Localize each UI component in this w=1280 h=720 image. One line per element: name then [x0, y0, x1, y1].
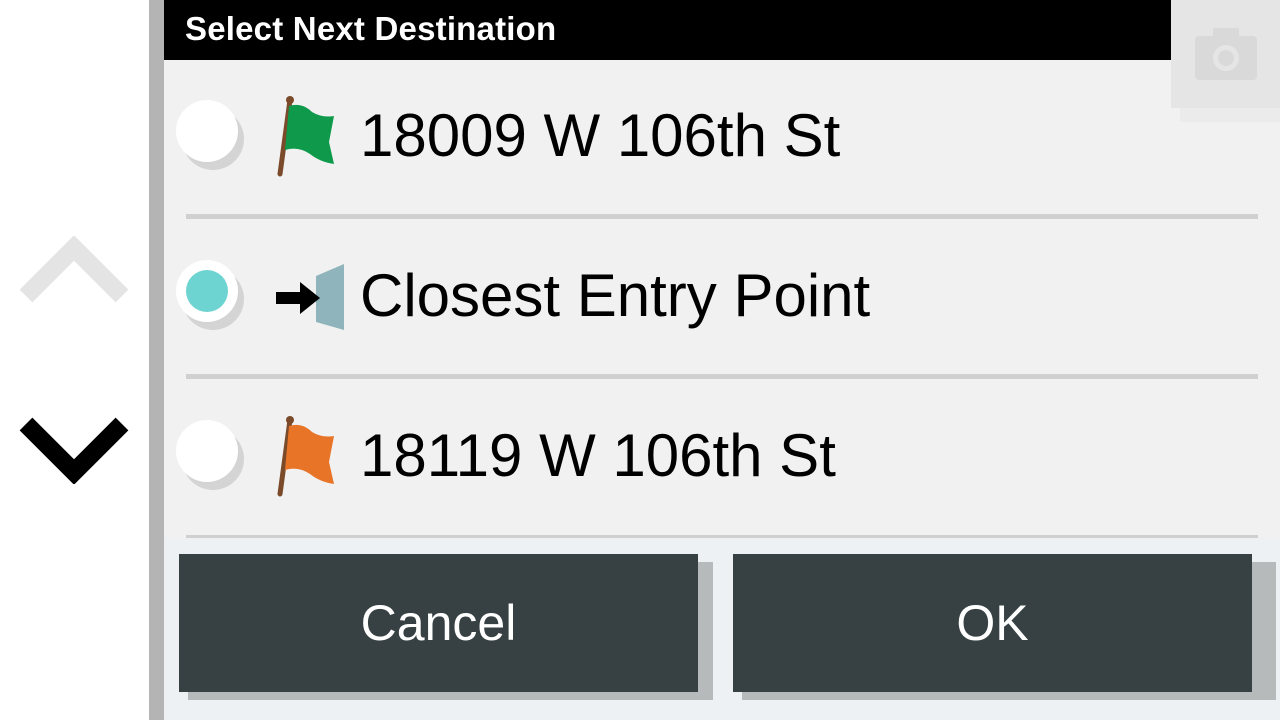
- destination-dialog: Select Next Destination 18009 W 106th St: [164, 0, 1280, 720]
- scroll-column: [0, 0, 149, 720]
- destination-option-1[interactable]: 18009 W 106th St: [164, 56, 1280, 216]
- cancel-button[interactable]: Cancel: [179, 554, 698, 692]
- destination-option-2[interactable]: Closest Entry Point: [164, 216, 1280, 376]
- radio-button-selected[interactable]: [176, 260, 246, 330]
- green-flag-icon: [277, 96, 334, 177]
- radio-button[interactable]: [176, 420, 246, 490]
- dialog-title-bar: Select Next Destination: [164, 0, 1280, 60]
- destination-label: Closest Entry Point: [360, 262, 871, 329]
- radio-button[interactable]: [176, 100, 246, 170]
- chevron-up-icon: [19, 235, 129, 303]
- dialog-edge: [149, 0, 164, 720]
- destination-label: 18119 W 106th St: [360, 422, 836, 489]
- scroll-up-button[interactable]: [18, 235, 130, 306]
- scroll-down-button[interactable]: [18, 414, 130, 485]
- entry-point-icon: [276, 264, 344, 330]
- destination-option-3[interactable]: 18119 W 106th St: [164, 376, 1280, 536]
- chevron-down-icon: [19, 417, 129, 485]
- ok-button[interactable]: OK: [733, 554, 1252, 692]
- orange-flag-icon: [277, 416, 334, 497]
- destination-label: 18009 W 106th St: [360, 102, 841, 169]
- dialog-title: Select Next Destination: [185, 10, 557, 47]
